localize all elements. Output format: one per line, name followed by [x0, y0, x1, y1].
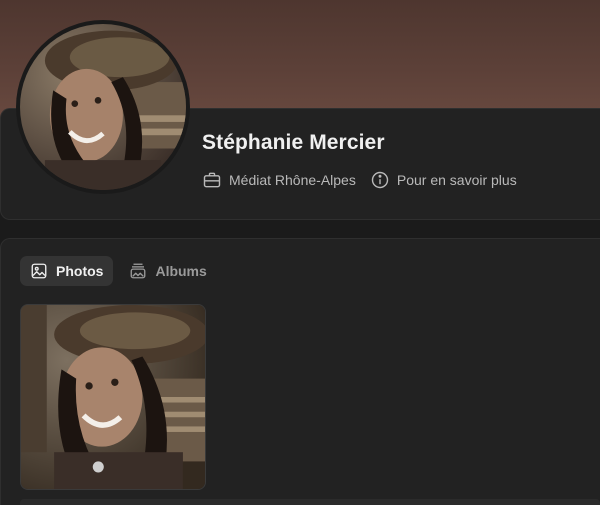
albums-icon [129, 262, 147, 280]
thumbnail-photo [21, 305, 205, 489]
profile-meta: Médiat Rhône-Alpes Pour en savoir plus [202, 170, 517, 190]
profile-name: Stéphanie Mercier [202, 131, 385, 154]
info-circle-icon [370, 170, 390, 190]
more-info-link[interactable]: Pour en savoir plus [370, 170, 517, 190]
tab-albums-label: Albums [155, 263, 207, 279]
avatar-photo [20, 24, 186, 190]
organization-item: Médiat Rhône-Alpes [202, 170, 356, 190]
briefcase-icon [202, 170, 222, 190]
profile-avatar[interactable] [16, 20, 190, 194]
tab-photos-label: Photos [56, 263, 104, 279]
photo-thumbnail[interactable] [20, 304, 206, 490]
tab-photos[interactable]: Photos [20, 256, 114, 286]
tab-albums[interactable]: Albums [119, 256, 216, 286]
organization-label: Médiat Rhône-Alpes [229, 172, 356, 188]
image-icon [30, 262, 48, 280]
next-section-edge [20, 499, 600, 505]
more-info-label: Pour en savoir plus [396, 172, 517, 188]
gallery-tabs: Photos Albums [20, 256, 217, 286]
